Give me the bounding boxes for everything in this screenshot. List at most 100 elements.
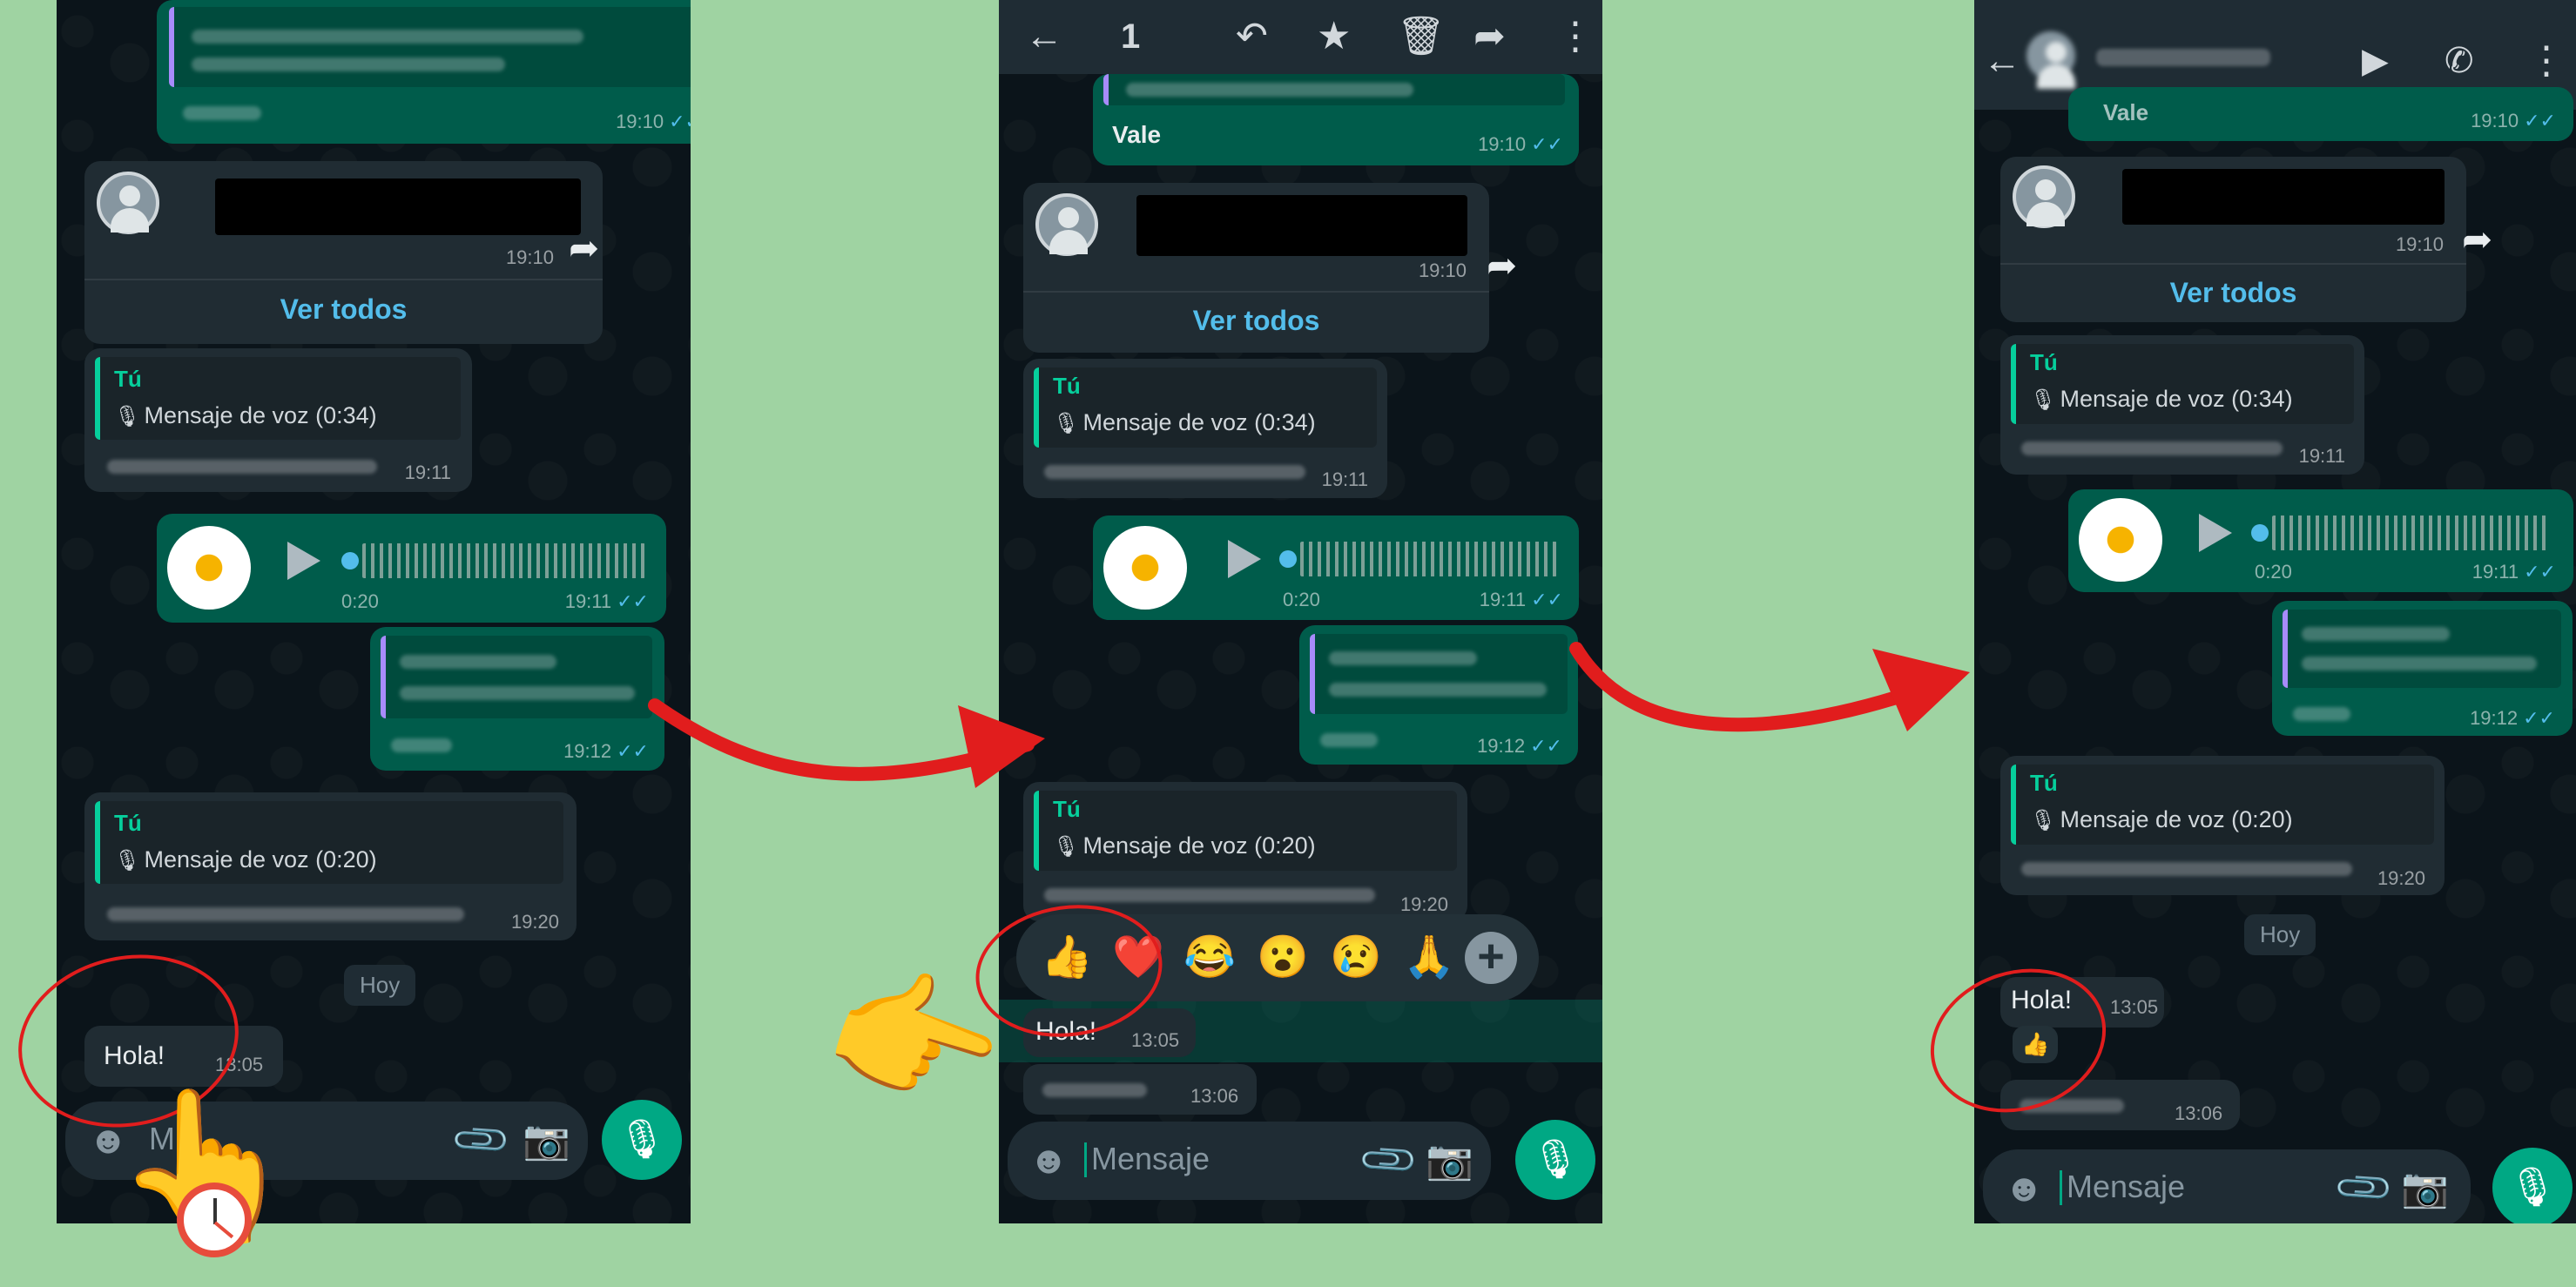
emoji-icon[interactable]: ☻ (2004, 1167, 2044, 1210)
quoted-message (1310, 634, 1568, 714)
emoji-icon[interactable]: ☻ (1028, 1139, 1069, 1183)
back-arrow-icon[interactable]: ← (1025, 10, 1063, 63)
message-text: Vale (1112, 121, 1162, 148)
contact-card[interactable]: 19:10 Ver todos (1023, 183, 1489, 353)
reaction-surprised[interactable]: 😮 (1257, 932, 1309, 981)
camera-icon[interactable]: 📷 (2401, 1165, 2449, 1210)
mic-button[interactable]: 🎙 (602, 1100, 682, 1180)
reply-message-1[interactable]: Tú 🎙 Mensaje de voz (0:34) 19:11 (2000, 335, 2364, 475)
more-options-icon[interactable]: ⋮ (2527, 35, 2566, 87)
arrow-curve-2 (1569, 642, 1958, 732)
redacted-name (2122, 169, 2445, 225)
reply-message-2[interactable]: 19:12 ✓✓ (2272, 601, 2573, 736)
reply-message-1[interactable]: Tú 🎙 Mensaje de voz (0:34) 19:11 (1023, 359, 1387, 498)
waveform[interactable] (362, 543, 645, 578)
message-input[interactable]: ☻ Mensaje 📎 📷 (1983, 1149, 2471, 1223)
reply-icon[interactable]: ↶ (1236, 10, 1268, 63)
message-bubble-vale[interactable]: Vale 19:10 ✓✓ (1093, 74, 1579, 165)
phone-call-icon[interactable]: ✆ (2445, 35, 2474, 87)
message-time: 13:05 (2110, 996, 2159, 1018)
message-time: 19:11 ✓✓ (2471, 561, 2556, 583)
input-placeholder: Mensaje (2067, 1169, 2186, 1204)
forward-icon[interactable]: ➦ (1487, 244, 1517, 286)
reaction-pray[interactable]: 🙏 (1403, 932, 1455, 981)
play-icon[interactable] (2199, 514, 2232, 552)
read-ticks-icon: ✓✓ (2524, 561, 2556, 583)
quote-author: Tú (1053, 373, 1081, 399)
contact-card[interactable]: 19:10 Ver todos (2000, 157, 2466, 322)
voice-duration: 0:20 (2255, 561, 2292, 583)
voice-message[interactable]: 0:20 19:11 ✓✓ (2068, 489, 2573, 592)
seek-handle[interactable] (1279, 550, 1297, 568)
reply-message-3[interactable]: Tú 🎙 Mensaje de voz (0:20) 19:20 (84, 792, 577, 940)
mic-button[interactable]: 🎙 (2492, 1148, 2573, 1223)
camera-icon[interactable]: 📷 (523, 1117, 570, 1162)
mic-button[interactable]: 🎙 (1515, 1120, 1595, 1200)
seek-handle[interactable] (341, 552, 359, 569)
more-reactions-icon[interactable]: + (1465, 932, 1517, 984)
reply-message-3[interactable]: Tú 🎙 Mensaje de voz (0:20) 19:20 (1023, 782, 1467, 921)
message-time: 19:11 (404, 462, 451, 483)
forward-icon[interactable]: ➦ (569, 226, 599, 269)
ver-todos-link[interactable]: Ver todos (84, 293, 603, 326)
message-time: 19:10✓✓ (1478, 133, 1563, 155)
quote-author: Tú (2030, 770, 2058, 796)
message-buenos[interactable]: 13:06 (1023, 1064, 1257, 1115)
quoted-voice-message: Tú 🎙 Mensaje de voz (0:20) (95, 801, 563, 884)
ver-todos-link[interactable]: Ver todos (2000, 277, 2466, 309)
reply-message-2[interactable]: 19:12 ✓✓ (1299, 625, 1578, 765)
quoted-message (169, 7, 691, 87)
message-text: Vale (2103, 99, 2149, 125)
mic-small-icon: 🎙 (1053, 412, 1080, 435)
contact-avatar[interactable] (2026, 31, 2075, 89)
video-call-icon[interactable]: ▶ (2362, 35, 2389, 87)
reply-message-3[interactable]: Tú 🎙 Mensaje de voz (0:20) 19:20 (2000, 756, 2445, 895)
reply-message-2[interactable]: 19:12 ✓✓ (370, 627, 664, 771)
reaction-laugh[interactable]: 😂 (1183, 932, 1236, 981)
play-icon[interactable] (1228, 540, 1261, 578)
waveform[interactable] (2272, 515, 2551, 550)
message-time: 13:06 (1190, 1085, 1239, 1107)
read-ticks-icon: ✓✓ (1531, 589, 1563, 610)
selection-toolbar: ← 1 ↶ ★ 🗑 ➦ ⋮ (999, 0, 1602, 74)
quoted-message (381, 636, 652, 718)
play-icon[interactable] (287, 542, 320, 580)
attach-icon[interactable]: 📎 (448, 1107, 515, 1173)
voice-duration: 0:20 (341, 590, 379, 612)
seek-handle[interactable] (2251, 524, 2269, 542)
message-bubble-vale[interactable]: Vale 19:10 ✓✓ (2068, 87, 2573, 141)
selected-count: 1 (1121, 17, 1141, 56)
waveform[interactable] (1300, 542, 1557, 576)
more-options-icon[interactable]: ⋮ (1556, 10, 1595, 63)
quote-author: Tú (1053, 796, 1081, 822)
forward-arrow-icon[interactable]: ➦ (1473, 10, 1506, 63)
trash-icon[interactable]: 🗑 (1397, 10, 1446, 63)
attach-icon[interactable]: 📎 (2331, 1155, 2397, 1221)
message-bubble-vale[interactable]: 19:10✓✓ (157, 0, 691, 144)
message-time: 19:20 (1399, 893, 1448, 915)
avatar (97, 172, 159, 234)
message-time: 19:11 ✓✓ (564, 590, 649, 612)
camera-icon[interactable]: 📷 (1426, 1137, 1473, 1183)
back-arrow-icon[interactable]: ← (1983, 35, 2021, 87)
message-time: 13:05 (1131, 1029, 1180, 1051)
forward-icon[interactable]: ➦ (2462, 218, 2492, 260)
quote-text: 🎙 Mensaje de voz (0:20) (114, 846, 377, 873)
quote-text: 🎙 Mensaje de voz (0:20) (1053, 832, 1316, 859)
voice-message[interactable]: 0:20 19:11 ✓✓ (1093, 515, 1579, 620)
redacted-name (215, 179, 581, 235)
card-time: 19:10 (1418, 259, 1467, 281)
contact-phone-redacted (2096, 49, 2270, 66)
voice-message[interactable]: 0:20 19:11 ✓✓ (157, 514, 666, 623)
quote-author: Tú (114, 366, 142, 392)
message-input[interactable]: ☻ Mensaje 📎 📷 (1008, 1122, 1491, 1200)
star-icon[interactable]: ★ (1317, 10, 1351, 63)
quoted-message (1103, 74, 1565, 105)
reaction-sad[interactable]: 😢 (1330, 932, 1382, 981)
attach-icon[interactable]: 📎 (1356, 1127, 1422, 1193)
quoted-voice-message: Tú 🎙 Mensaje de voz (0:20) (1034, 791, 1457, 871)
ver-todos-link[interactable]: Ver todos (1023, 305, 1489, 337)
contact-card[interactable]: 19:10 Ver todos (84, 161, 603, 344)
reply-message-1[interactable]: Tú 🎙 Mensaje de voz (0:34) 19:11 (84, 348, 472, 492)
mic-small-icon: 🎙 (2030, 809, 2057, 832)
